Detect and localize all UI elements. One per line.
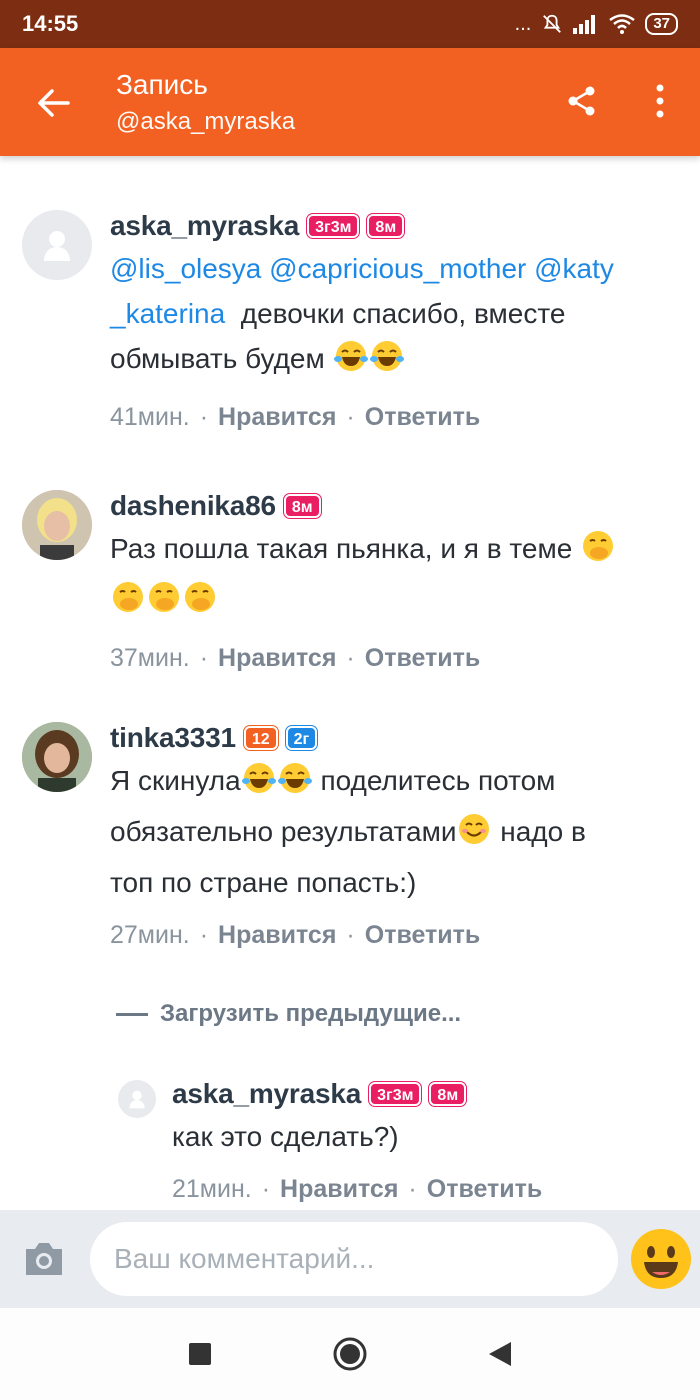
app-bar: Запись @aska_myraska [0,48,700,156]
avatar[interactable] [22,210,92,280]
comment-time: 41мин. [110,402,190,431]
comment-meta: 27мин. · Нравится · Ответить [110,915,680,955]
status-badge: 8м [367,214,405,238]
camera-icon[interactable] [22,1240,66,1280]
comment-author[interactable]: aska_myraska [172,1078,361,1110]
separator: · [408,1174,417,1203]
user-photo-icon [22,490,92,560]
comment-text: как это сделать?) [172,1121,399,1152]
comment-text-part: топ по стране попасть:) [110,867,417,898]
smiling-emoji-icon [456,811,492,860]
comment-body: aska_myraska 3г3м 8м @lis_olesya @capric… [110,208,680,437]
hand-over-mouth-emoji-icon [580,528,616,577]
signal-icon [573,15,596,34]
recent-apps-icon[interactable] [180,1334,220,1374]
hand-over-mouth-emoji-icon [146,579,182,628]
mention-link[interactable]: @lis_olesya @capricious_mother @katy [110,253,614,284]
reply-button[interactable]: Ответить [427,1175,543,1204]
status-dots: ... [514,12,532,35]
comment-text-part: обязательно результатами [110,816,457,847]
battery-indicator: 37 [645,13,678,35]
load-previous-label: Загрузить предыдущие... [160,1000,462,1027]
separator: · [199,402,209,431]
comment-text: Раз пошла такая пьянка, и я в теме [110,526,680,628]
comment-body: aska_myraska 3г3м 8м как это сделать?) 2… [172,1076,682,1209]
laughing-emoji-icon [369,338,405,387]
comment-meta: 37мин. · Нравится · Ответить [110,638,680,678]
comment-input-bar [0,1210,700,1308]
laughing-emoji-icon [333,338,369,387]
comment-input[interactable] [90,1222,618,1296]
hand-over-mouth-emoji-icon [182,579,218,628]
user-photo-icon [22,722,92,792]
comment-text: Я скинула поделитесь потом обязательно р… [110,758,680,905]
title-block: Запись @aska_myraska [116,68,295,138]
emoji-picker-icon[interactable] [630,1228,692,1290]
reply-button[interactable]: Ответить [365,921,481,950]
status-badge: 12 [243,726,278,750]
status-badge: 3г3м [369,1082,422,1106]
hand-over-mouth-emoji-icon [110,579,146,628]
back-nav-icon[interactable] [480,1334,520,1374]
status-icons: ... 37 [515,13,678,36]
system-nav-bar [0,1308,700,1400]
avatar[interactable] [118,1080,156,1118]
status-badge: 3г3м [307,214,360,238]
like-button[interactable]: Нравится [218,403,336,432]
avatar[interactable] [22,490,92,560]
more-options-icon[interactable] [640,76,680,126]
comment-time: 27мин. [110,920,190,949]
comment-author[interactable]: tinka3331 [110,722,236,754]
status-badge: 8м [429,1082,467,1106]
comment-time: 37мин. [110,643,190,672]
load-previous-line [116,1012,148,1016]
comment-text-part: надо в [500,816,586,847]
page-title: Запись [116,69,208,100]
reply-button[interactable]: Ответить [365,644,481,673]
mute-bell-icon [543,14,562,33]
status-bar: 14:55 ... 37 [0,0,700,48]
load-previous-button[interactable]: Загрузить предыдущие... [116,1000,461,1028]
comment-time: 21мин. [172,1174,252,1203]
status-badge: 2г [285,726,318,750]
comment-meta: 21мин. · Нравится · Ответить [172,1169,682,1209]
home-icon[interactable] [330,1334,370,1374]
separator: · [199,920,209,949]
comment-text-part: обмывать будем [110,343,325,374]
separator: · [346,643,355,672]
status-badge: 8м [283,494,321,518]
like-button[interactable]: Нравится [218,921,336,950]
separator: · [261,1174,271,1203]
wifi-icon [609,14,636,34]
mention-link[interactable]: _katerina [110,298,225,329]
laughing-emoji-icon [241,760,277,809]
comment-body: tinka3331 12 2г Я скинула поделитесь пот… [110,720,680,955]
separator: · [346,920,355,949]
comment-text-part: поделитесь потом [320,765,556,796]
separator: · [346,402,355,431]
avatar[interactable] [22,722,92,792]
status-time: 14:55 [22,11,79,36]
separator: · [199,643,209,672]
user-placeholder-icon [129,1090,145,1109]
comment-text-part: Раз пошла такая пьянка, и я в теме [110,533,573,564]
like-button[interactable]: Нравится [280,1175,398,1204]
share-icon[interactable] [557,76,607,126]
comment-text-part: Я скинула [110,765,241,796]
like-button[interactable]: Нравится [218,644,336,673]
comment-body: dashenika86 8м Раз пошла такая пьянка, и… [110,488,680,678]
comment-author[interactable]: dashenika86 [110,490,276,522]
comment-meta: 41мин. · Нравится · Ответить [110,397,680,437]
laughing-emoji-icon [277,760,313,809]
user-placeholder-icon [44,231,70,261]
comment-text: @lis_olesya @capricious_mother @katy _ka… [110,246,680,387]
page-subtitle: @aska_myraska [116,108,296,135]
reply-button[interactable]: Ответить [365,403,481,432]
back-arrow-icon[interactable] [28,78,78,128]
comment-text-part: девочки спасибо, вместе [240,298,566,329]
comment-author[interactable]: aska_myraska [110,210,299,242]
